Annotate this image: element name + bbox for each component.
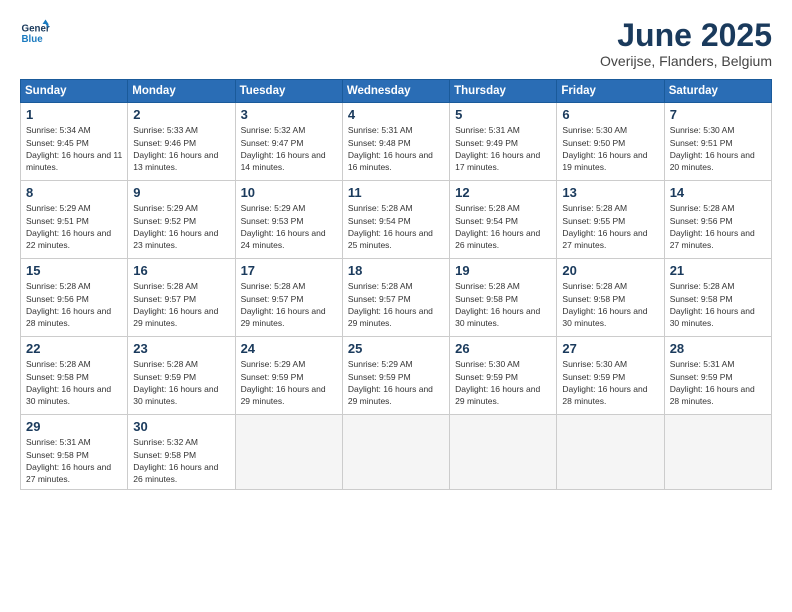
day-cell: 15 Sunrise: 5:28 AMSunset: 9:56 PMDaylig… xyxy=(21,259,128,337)
day-cell: 4 Sunrise: 5:31 AMSunset: 9:48 PMDayligh… xyxy=(342,103,449,181)
day-cell: 1 Sunrise: 5:34 AMSunset: 9:45 PMDayligh… xyxy=(21,103,128,181)
empty-cell xyxy=(235,415,342,490)
day-cell: 14 Sunrise: 5:28 AMSunset: 9:56 PMDaylig… xyxy=(664,181,771,259)
day-cell: 27 Sunrise: 5:30 AMSunset: 9:59 PMDaylig… xyxy=(557,337,664,415)
day-cell: 25 Sunrise: 5:29 AMSunset: 9:59 PMDaylig… xyxy=(342,337,449,415)
month-title: June 2025 xyxy=(600,18,772,53)
day-cell: 7 Sunrise: 5:30 AMSunset: 9:51 PMDayligh… xyxy=(664,103,771,181)
day-cell: 23 Sunrise: 5:28 AMSunset: 9:59 PMDaylig… xyxy=(128,337,235,415)
day-cell: 16 Sunrise: 5:28 AMSunset: 9:57 PMDaylig… xyxy=(128,259,235,337)
day-cell: 13 Sunrise: 5:28 AMSunset: 9:55 PMDaylig… xyxy=(557,181,664,259)
day-cell: 22 Sunrise: 5:28 AMSunset: 9:58 PMDaylig… xyxy=(21,337,128,415)
header: General Blue June 2025 Overijse, Flander… xyxy=(20,18,772,69)
day-cell: 9 Sunrise: 5:29 AMSunset: 9:52 PMDayligh… xyxy=(128,181,235,259)
day-cell: 6 Sunrise: 5:30 AMSunset: 9:50 PMDayligh… xyxy=(557,103,664,181)
day-cell: 10 Sunrise: 5:29 AMSunset: 9:53 PMDaylig… xyxy=(235,181,342,259)
day-cell: 12 Sunrise: 5:28 AMSunset: 9:54 PMDaylig… xyxy=(450,181,557,259)
col-sunday: Sunday xyxy=(21,80,128,103)
day-cell: 26 Sunrise: 5:30 AMSunset: 9:59 PMDaylig… xyxy=(450,337,557,415)
col-wednesday: Wednesday xyxy=(342,80,449,103)
empty-cell xyxy=(557,415,664,490)
logo: General Blue xyxy=(20,18,50,48)
day-cell: 3 Sunrise: 5:32 AMSunset: 9:47 PMDayligh… xyxy=(235,103,342,181)
location-subtitle: Overijse, Flanders, Belgium xyxy=(600,53,772,69)
day-cell: 24 Sunrise: 5:29 AMSunset: 9:59 PMDaylig… xyxy=(235,337,342,415)
day-cell: 5 Sunrise: 5:31 AMSunset: 9:49 PMDayligh… xyxy=(450,103,557,181)
day-cell: 30 Sunrise: 5:32 AMSunset: 9:58 PMDaylig… xyxy=(128,415,235,490)
table-row: 15 Sunrise: 5:28 AMSunset: 9:56 PMDaylig… xyxy=(21,259,772,337)
day-cell: 19 Sunrise: 5:28 AMSunset: 9:58 PMDaylig… xyxy=(450,259,557,337)
col-friday: Friday xyxy=(557,80,664,103)
col-thursday: Thursday xyxy=(450,80,557,103)
title-block: June 2025 Overijse, Flanders, Belgium xyxy=(600,18,772,69)
day-cell: 8 Sunrise: 5:29 AMSunset: 9:51 PMDayligh… xyxy=(21,181,128,259)
header-row: Sunday Monday Tuesday Wednesday Thursday… xyxy=(21,80,772,103)
table-row: 8 Sunrise: 5:29 AMSunset: 9:51 PMDayligh… xyxy=(21,181,772,259)
day-cell: 11 Sunrise: 5:28 AMSunset: 9:54 PMDaylig… xyxy=(342,181,449,259)
day-cell: 20 Sunrise: 5:28 AMSunset: 9:58 PMDaylig… xyxy=(557,259,664,337)
col-monday: Monday xyxy=(128,80,235,103)
day-cell: 29 Sunrise: 5:31 AMSunset: 9:58 PMDaylig… xyxy=(21,415,128,490)
calendar-page: General Blue June 2025 Overijse, Flander… xyxy=(0,0,792,612)
empty-cell xyxy=(342,415,449,490)
calendar-table: Sunday Monday Tuesday Wednesday Thursday… xyxy=(20,79,772,490)
col-tuesday: Tuesday xyxy=(235,80,342,103)
empty-cell xyxy=(664,415,771,490)
logo-icon: General Blue xyxy=(20,18,50,48)
svg-text:Blue: Blue xyxy=(22,34,44,45)
table-row: 1 Sunrise: 5:34 AMSunset: 9:45 PMDayligh… xyxy=(21,103,772,181)
day-cell: 21 Sunrise: 5:28 AMSunset: 9:58 PMDaylig… xyxy=(664,259,771,337)
day-cell: 18 Sunrise: 5:28 AMSunset: 9:57 PMDaylig… xyxy=(342,259,449,337)
day-cell: 28 Sunrise: 5:31 AMSunset: 9:59 PMDaylig… xyxy=(664,337,771,415)
table-row: 22 Sunrise: 5:28 AMSunset: 9:58 PMDaylig… xyxy=(21,337,772,415)
day-cell: 17 Sunrise: 5:28 AMSunset: 9:57 PMDaylig… xyxy=(235,259,342,337)
svg-text:General: General xyxy=(22,24,51,35)
day-cell: 2 Sunrise: 5:33 AMSunset: 9:46 PMDayligh… xyxy=(128,103,235,181)
table-row: 29 Sunrise: 5:31 AMSunset: 9:58 PMDaylig… xyxy=(21,415,772,490)
empty-cell xyxy=(450,415,557,490)
col-saturday: Saturday xyxy=(664,80,771,103)
